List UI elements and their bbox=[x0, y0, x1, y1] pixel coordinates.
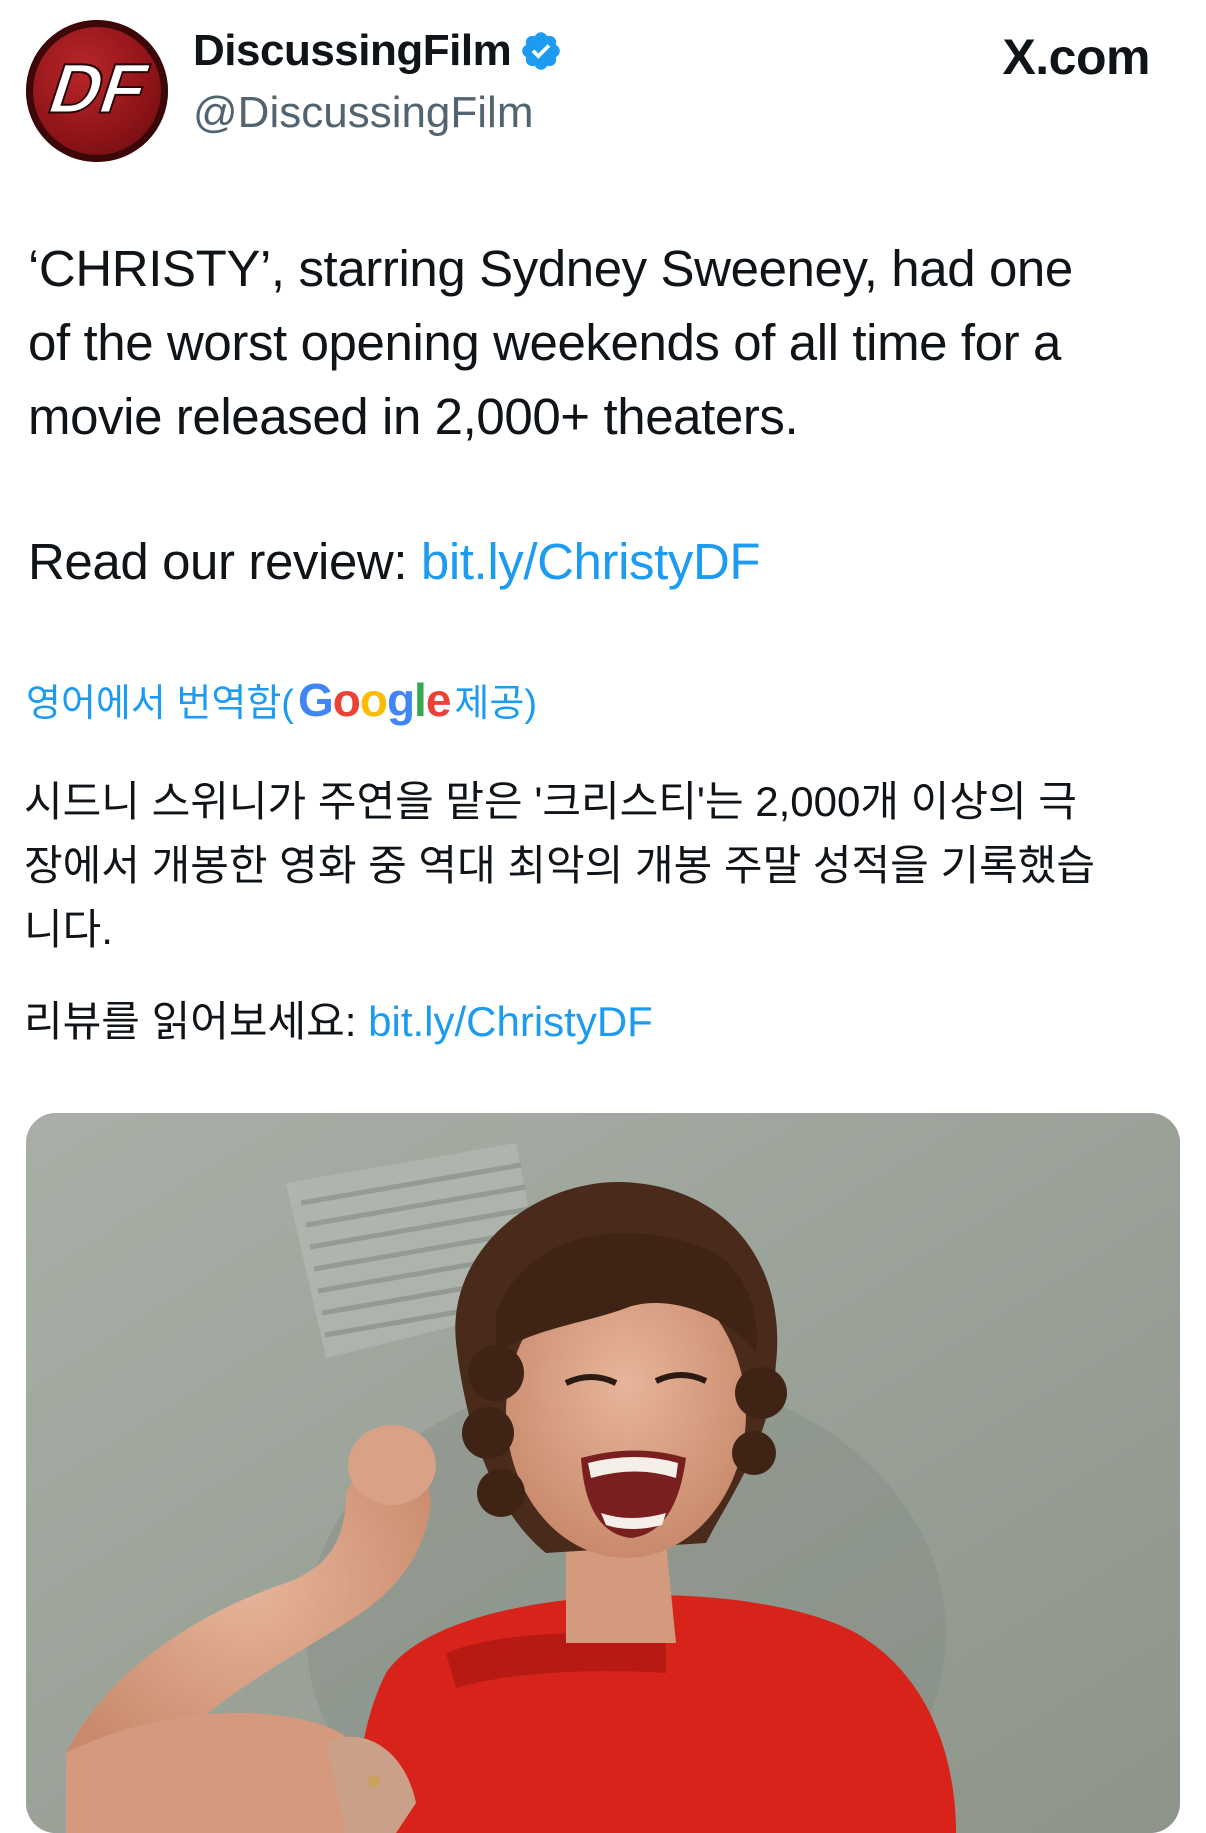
review-line: Read our review: bit.ly/ChristyDF bbox=[28, 525, 761, 599]
tweet-text: ‘CHRISTY’, starring Sydney Sweeney, had … bbox=[28, 232, 1178, 454]
tweet-line: ‘CHRISTY’, starring Sydney Sweeney, had … bbox=[28, 240, 1073, 297]
avatar-logo-text: DF bbox=[39, 50, 158, 128]
translated-line: 장에서 개봉한 영화 중 역대 최악의 개봉 주말 성적을 기록했습 bbox=[24, 842, 1096, 889]
verified-badge-icon bbox=[522, 32, 560, 70]
review-link[interactable]: bit.ly/ChristyDF bbox=[421, 533, 761, 590]
discussingfilm-logo-icon: DF bbox=[29, 23, 165, 159]
translated-line: 시드니 스위니가 주연을 맡은 '크리스티'는 2,000개 이상의 극 bbox=[24, 778, 1077, 825]
author-handle[interactable]: @DiscussingFilm bbox=[193, 88, 533, 138]
author-display-name[interactable]: DiscussingFilm bbox=[193, 26, 563, 76]
translated-review-prefix: 리뷰를 읽어보세요: bbox=[24, 998, 369, 1045]
translation-label-prefix: 영어에서 번역함( bbox=[26, 683, 294, 725]
translated-line: 니다. bbox=[24, 906, 113, 953]
tweet-line: movie released in 2,000+ theaters. bbox=[28, 388, 799, 445]
display-name-text: DiscussingFilm bbox=[193, 26, 512, 75]
google-logo-icon: Google bbox=[297, 673, 451, 726]
translated-review-line: 리뷰를 읽어보세요: bit.ly/ChristyDF bbox=[24, 990, 653, 1054]
translated-text: 시드니 스위니가 주연을 맡은 '크리스티'는 2,000개 이상의 극 장에서… bbox=[24, 770, 1184, 962]
tweet-line: of the worst opening weekends of all tim… bbox=[28, 314, 1061, 371]
tweet-media-photo[interactable] bbox=[26, 1113, 1180, 1833]
photo-illustration bbox=[26, 1113, 1180, 1833]
site-watermark: X.com bbox=[1002, 29, 1150, 85]
author-avatar[interactable]: DF bbox=[26, 20, 168, 162]
translation-label[interactable]: 영어에서 번역함( Google 제공) bbox=[26, 672, 537, 727]
review-prefix: Read our review: bbox=[28, 533, 421, 590]
translation-label-suffix: 제공) bbox=[454, 683, 537, 725]
translated-review-link[interactable]: bit.ly/ChristyDF bbox=[368, 998, 653, 1045]
